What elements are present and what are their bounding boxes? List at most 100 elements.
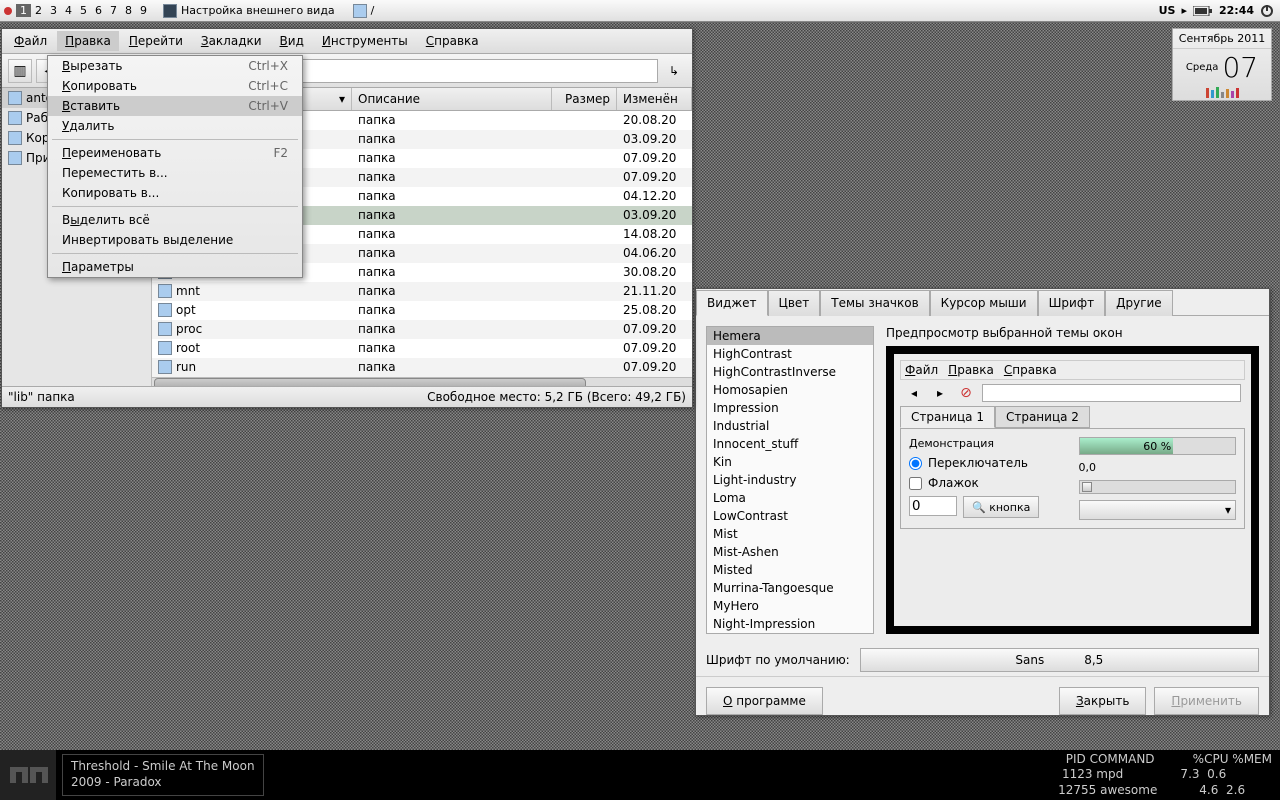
preview-spinbutton[interactable] [909, 496, 957, 516]
preview-stop-icon[interactable]: ⊘ [956, 384, 976, 402]
process-stats: PID COMMAND %CPU %MEM 1123 mpd 7.3 0.612… [1058, 752, 1280, 799]
sort-indicator: ▾ [339, 92, 345, 106]
preview-tab-2[interactable]: Страница 2 [995, 406, 1090, 428]
theme-item[interactable]: Kin [707, 453, 873, 471]
theme-item[interactable]: Mist-Ashen [707, 543, 873, 561]
apply-button[interactable]: Применить [1154, 687, 1259, 715]
calendar-widget: Сентябрь 2011 Среда 07 [1172, 28, 1272, 101]
theme-item[interactable]: Mist [707, 525, 873, 543]
tab-5[interactable]: Другие [1105, 290, 1173, 316]
workspace-5[interactable]: 5 [76, 4, 91, 17]
menu-item[interactable]: Выделить всё [48, 210, 302, 230]
folder-icon [158, 303, 172, 317]
theme-item[interactable]: Murrina-Tangoesque [707, 579, 873, 597]
menu-item[interactable]: КопироватьCtrl+C [48, 76, 302, 96]
workspace-4[interactable]: 4 [61, 4, 76, 17]
go-button[interactable]: ↳ [662, 59, 686, 83]
workspace-8[interactable]: 8 [121, 4, 136, 17]
file-row[interactable]: optпапка25.08.20 [152, 301, 692, 320]
folder-icon [8, 111, 22, 125]
about-button[interactable]: О О программепрограмме [706, 687, 823, 715]
preview-url-entry[interactable] [982, 384, 1241, 402]
tab-4[interactable]: Шрифт [1038, 290, 1106, 316]
taskbar-item-filemanager[interactable]: / [347, 4, 381, 18]
theme-item[interactable]: MyHero [707, 597, 873, 615]
theme-item[interactable]: Night-Impression [707, 615, 873, 633]
theme-item[interactable]: Industrial [707, 417, 873, 435]
menu-item[interactable]: Удалить [48, 116, 302, 136]
workspace-7[interactable]: 7 [106, 4, 121, 17]
menu-item[interactable]: ВырезатьCtrl+X [48, 56, 302, 76]
preview-tab-1[interactable]: Страница 1 [900, 406, 995, 428]
file-row[interactable]: mntпапка21.11.20 [152, 282, 692, 301]
theme-list[interactable]: HemeraHighContrastHighContrastInverseHom… [706, 326, 874, 634]
tab-1[interactable]: Цвет [768, 290, 821, 316]
apw-tabs: ВиджетЦветТемы значковКурсор мышиШрифтДр… [696, 289, 1269, 316]
theme-item[interactable]: HighContrastInverse [707, 363, 873, 381]
workspace-2[interactable]: 2 [31, 4, 46, 17]
preview-toolbar: ◂ ▸ ⊘ [900, 380, 1245, 406]
menu-item[interactable]: Копировать в... [48, 183, 302, 203]
preview-forward-icon[interactable]: ▸ [930, 384, 950, 402]
preview-coord-label: 0,0 [1079, 461, 1237, 474]
theme-item[interactable]: Innocent_stuff [707, 435, 873, 453]
menu-item[interactable]: Инвертировать выделение [48, 230, 302, 250]
theme-item[interactable]: Homosapien [707, 381, 873, 399]
tab-2[interactable]: Темы значков [820, 290, 929, 316]
workspace-9[interactable]: 9 [136, 4, 151, 17]
folder-icon [158, 341, 172, 355]
tab-0[interactable]: Виджет [696, 290, 768, 316]
font-chooser-button[interactable]: Sans8,5 [860, 648, 1259, 672]
preview-button[interactable]: 🔍 кнопка [963, 496, 1039, 518]
workspace-3[interactable]: 3 [46, 4, 61, 17]
settings-icon [163, 4, 177, 18]
preview-combobox[interactable]: ▾ [1079, 500, 1237, 520]
folder-icon [158, 284, 172, 298]
preview-progressbar: 60 % [1079, 437, 1237, 455]
theme-item[interactable]: LowContrast [707, 507, 873, 525]
tab-3[interactable]: Курсор мыши [930, 290, 1038, 316]
theme-item[interactable]: Hemera [707, 327, 873, 345]
folder-icon [8, 91, 22, 105]
horizontal-scrollbar[interactable] [152, 377, 692, 386]
preview-slider[interactable] [1079, 480, 1237, 494]
file-row[interactable]: rootпапка07.09.20 [152, 339, 692, 358]
menu-закладки[interactable]: Закладки [193, 31, 270, 51]
power-icon[interactable] [1260, 4, 1274, 18]
preview-radio[interactable]: Переключатель [909, 456, 1067, 470]
theme-item[interactable]: Loma [707, 489, 873, 507]
menu-правка[interactable]: Правка [57, 31, 119, 51]
folder-icon [8, 151, 22, 165]
clock[interactable]: 22:44 [1219, 4, 1254, 17]
theme-item[interactable]: Misted [707, 561, 873, 579]
calendar-day: 07 [1222, 51, 1258, 84]
file-row[interactable]: runпапка07.09.20 [152, 358, 692, 377]
menu-файл[interactable]: Файл [6, 31, 55, 51]
menu-item[interactable]: Переместить в... [48, 163, 302, 183]
file-row[interactable]: procпапка07.09.20 [152, 320, 692, 339]
toggle-sidebar-button[interactable]: ▥ [8, 59, 32, 83]
theme-item[interactable]: Light-industry [707, 471, 873, 489]
menu-item[interactable]: ВставитьCtrl+V [48, 96, 302, 116]
menu-перейти[interactable]: Перейти [121, 31, 191, 51]
default-font-label: Шрифт по умолчанию: [706, 653, 850, 667]
menu-справка[interactable]: Справка [418, 31, 487, 51]
workspace-1[interactable]: 1 [16, 4, 31, 17]
play-icon: ▸ [1181, 4, 1187, 17]
preview-checkbox[interactable]: Флажок [909, 476, 1067, 490]
theme-item[interactable]: Impression [707, 399, 873, 417]
preview-back-icon[interactable]: ◂ [904, 384, 924, 402]
taskbar-item-appearance[interactable]: Настройка внешнего вида [157, 4, 341, 18]
workspace-6[interactable]: 6 [91, 4, 106, 17]
close-button[interactable]: Закрыть [1059, 687, 1146, 715]
calendar-weekday: Среда [1186, 62, 1219, 73]
menu-инструменты[interactable]: Инструменты [314, 31, 416, 51]
menu-вид[interactable]: Вид [272, 31, 312, 51]
menu-item[interactable]: ПереименоватьF2 [48, 143, 302, 163]
menu-item[interactable]: Параметры [48, 257, 302, 277]
theme-preview: Файл Правка Справка ◂ ▸ ⊘ Страница 1 Стр… [886, 346, 1259, 634]
logo-icon [0, 750, 56, 800]
preview-label: Предпросмотр выбранной темы окон [886, 326, 1259, 340]
theme-item[interactable]: HighContrast [707, 345, 873, 363]
keyboard-layout[interactable]: US [1159, 4, 1176, 17]
